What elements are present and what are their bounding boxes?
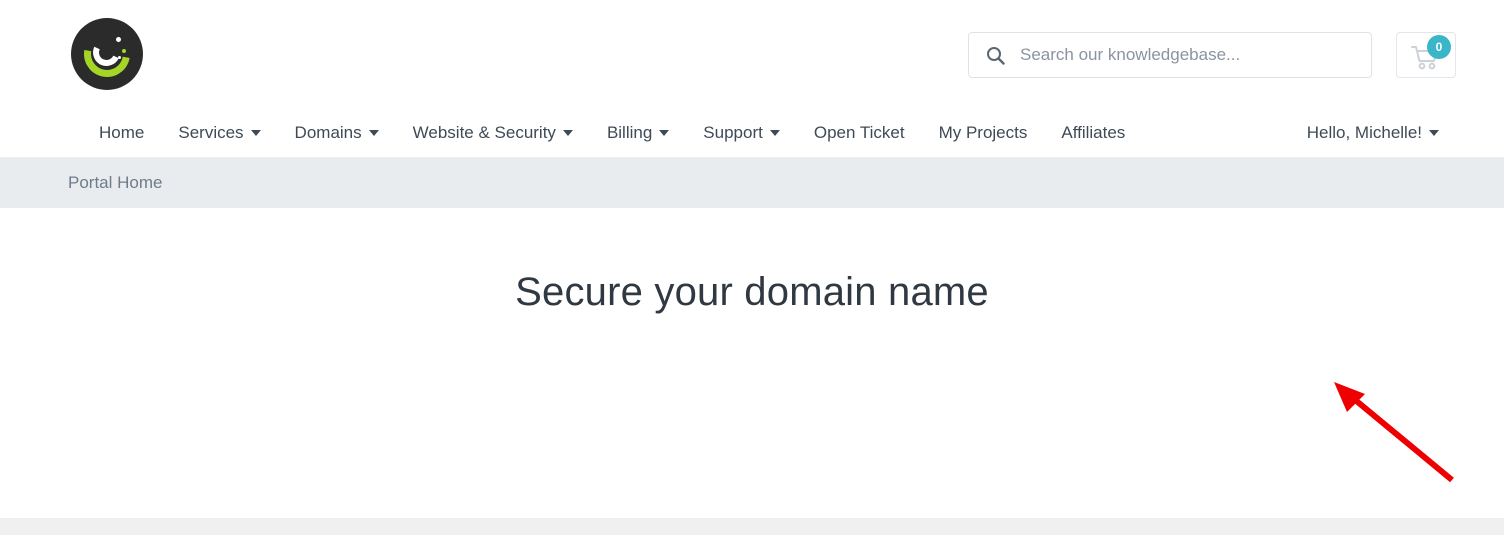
cart-button[interactable]: 0	[1396, 32, 1456, 78]
search-input[interactable]	[1020, 45, 1371, 65]
nav-item-my-projects[interactable]: My Projects	[922, 108, 1045, 158]
brand-circle-logo-icon	[71, 18, 143, 90]
main-navigation: Home Services Domains Website & Security…	[0, 108, 1504, 158]
account-label: Hello, Michelle!	[1306, 123, 1422, 142]
chevron-down-icon	[250, 130, 261, 136]
account-menu: Hello, Michelle!	[1290, 108, 1456, 158]
cart-count-badge: 0	[1427, 35, 1451, 59]
nav-label: My Projects	[938, 123, 1028, 142]
site-header: 0	[0, 0, 1504, 108]
logo-dot-white-2	[118, 56, 121, 59]
nav-label: Website & Security	[412, 123, 556, 142]
page-title: Secure your domain name	[515, 270, 989, 314]
nav-item-affiliates[interactable]: Affiliates	[1044, 108, 1142, 158]
nav-item-support[interactable]: Support	[686, 108, 797, 158]
main-content: Secure your domain name Search Transfer …	[0, 208, 1504, 518]
nav-label: Services	[178, 123, 244, 142]
nav-label: Home	[99, 123, 145, 142]
search-icon	[985, 45, 1005, 65]
breadcrumb-item-portal-home[interactable]: Portal Home	[68, 173, 162, 193]
nav-item-home[interactable]: Home	[82, 108, 161, 158]
chevron-down-icon	[659, 130, 670, 136]
nav-items-list: Home Services Domains Website & Security…	[82, 108, 1142, 158]
knowledgebase-search[interactable]	[968, 32, 1372, 78]
nav-item-domains[interactable]: Domains	[278, 108, 396, 158]
nav-label: Affiliates	[1061, 123, 1126, 142]
site-logo[interactable]	[71, 18, 143, 90]
breadcrumb: Portal Home	[0, 158, 1504, 208]
chevron-down-icon	[1429, 130, 1439, 136]
nav-label: Support	[703, 123, 763, 142]
footer-strip	[0, 518, 1504, 535]
nav-label: Open Ticket	[813, 123, 905, 142]
nav-item-open-ticket[interactable]: Open Ticket	[797, 108, 922, 158]
page-root: 0 Home Services Domains Website & Securi…	[0, 0, 1504, 535]
logo-dot-green	[122, 49, 126, 53]
chevron-down-icon	[368, 130, 379, 136]
nav-label: Billing	[606, 123, 653, 142]
logo-dot-white-1	[116, 37, 121, 42]
nav-item-website-security[interactable]: Website & Security	[396, 108, 590, 158]
chevron-down-icon	[769, 130, 780, 136]
nav-item-billing[interactable]: Billing	[590, 108, 686, 158]
nav-item-services[interactable]: Services	[161, 108, 277, 158]
chevron-down-icon	[562, 130, 573, 136]
nav-label: Domains	[294, 123, 362, 142]
account-dropdown[interactable]: Hello, Michelle!	[1290, 108, 1456, 158]
